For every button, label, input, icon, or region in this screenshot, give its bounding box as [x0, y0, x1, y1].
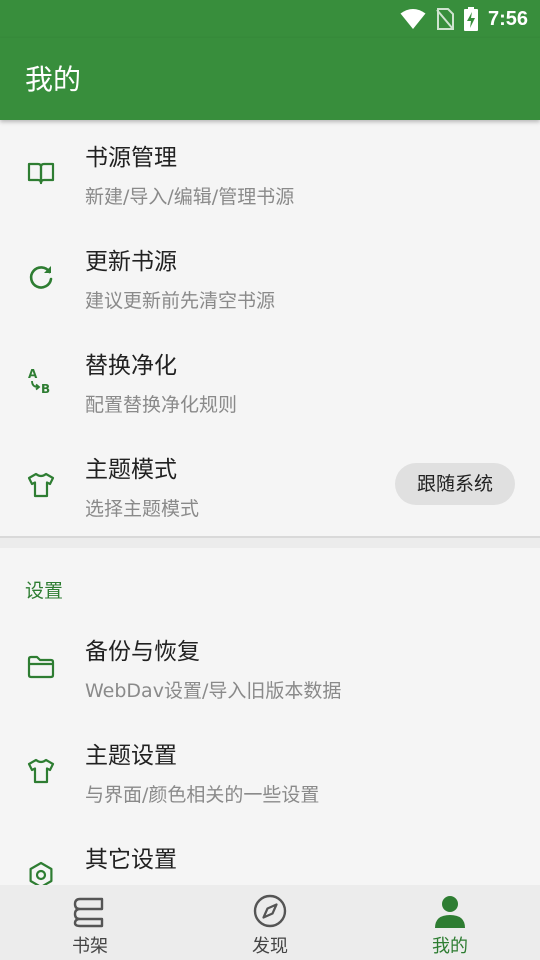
svg-text:A: A [28, 367, 38, 381]
bookshelf-icon [73, 897, 104, 928]
item-summary: 与界面/颜色相关的一些设置 [85, 784, 320, 806]
item-theme-settings[interactable]: 主题设置 与界面/颜色相关的一些设置 [0, 718, 540, 822]
status-time: 7:56 [487, 7, 528, 30]
nav-mine[interactable]: 我的 [360, 885, 540, 960]
status-bar: 7:56 [0, 0, 540, 38]
item-title: 备份与恢复 [85, 639, 200, 665]
item-title: 书源管理 [85, 145, 177, 171]
page-title: 我的 [25, 63, 82, 96]
item-other-settings[interactable]: 其它设置 [0, 822, 540, 885]
replace-a-b-icon: A B [28, 367, 50, 396]
section-header-settings: 设置 [25, 580, 64, 602]
item-title: 替换净化 [85, 353, 177, 379]
tshirt-icon [27, 472, 55, 498]
item-summary: 建议更新前先清空书源 [85, 290, 276, 312]
theme-mode-chip[interactable]: 跟随系统 [395, 463, 515, 505]
app-bar: 我的 [0, 38, 540, 120]
item-book-source-manage[interactable]: 书源管理 新建/导入/编辑/管理书源 [0, 120, 540, 224]
hexagon-nut-icon [29, 861, 53, 885]
refresh-icon [29, 266, 53, 289]
item-update-book-source[interactable]: 更新书源 建议更新前先清空书源 [0, 224, 540, 328]
item-title: 其它设置 [85, 847, 177, 873]
item-summary: 选择主题模式 [85, 498, 200, 520]
nav-label: 书架 [72, 936, 108, 957]
nav-label: 我的 [432, 936, 468, 957]
item-title: 主题模式 [85, 457, 177, 483]
item-replace-rules[interactable]: A B 替换净化 配置替换净化规则 [0, 328, 540, 432]
person-icon [435, 896, 465, 928]
preference-list[interactable]: 书源管理 新建/导入/编辑/管理书源 更新书源 建议更新前先清空书源 A B 替… [0, 120, 540, 885]
no-sim-icon [436, 8, 454, 30]
item-summary: 新建/导入/编辑/管理书源 [85, 186, 295, 208]
item-summary: 配置替换净化规则 [85, 394, 238, 416]
book-open-icon [27, 162, 55, 185]
tshirt-icon [27, 758, 55, 784]
battery-charging-icon [463, 7, 478, 31]
item-summary: WebDav设置/导入旧版本数据 [85, 680, 342, 702]
section-divider [0, 536, 540, 548]
nav-bookshelf[interactable]: 书架 [0, 885, 180, 960]
compass-icon [253, 894, 287, 928]
item-backup-restore[interactable]: 备份与恢复 WebDav设置/导入旧版本数据 [0, 614, 540, 718]
nav-label: 发现 [252, 936, 288, 957]
folder-icon [27, 655, 55, 679]
svg-text:B: B [41, 382, 50, 396]
item-title: 主题设置 [85, 743, 177, 769]
bottom-navigation: 书架 发现 我的 [0, 885, 540, 960]
nav-discover[interactable]: 发现 [180, 885, 360, 960]
status-icons: 7:56 [400, 6, 528, 32]
item-title: 更新书源 [85, 249, 177, 275]
wifi-icon [400, 9, 426, 29]
